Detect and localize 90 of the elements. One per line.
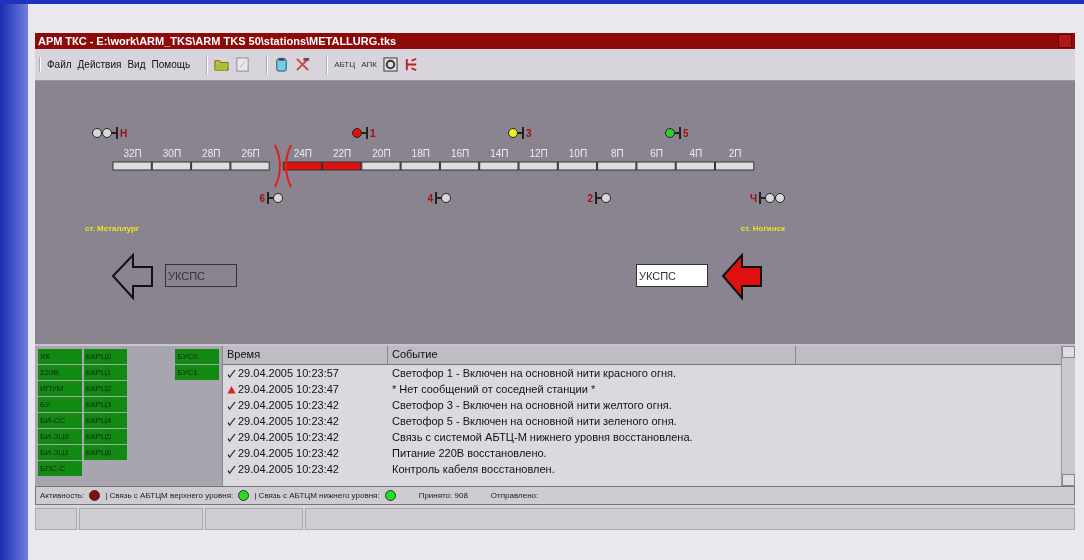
segment-label: 32П: [123, 148, 142, 160]
signal-icon[interactable]: [267, 191, 283, 206]
segment-label: 16П: [450, 148, 470, 160]
device-tile: БКРЦ4: [83, 413, 128, 429]
device-tile: БИ-ЗЦ0: [38, 429, 82, 445]
segment-label: 26П: [241, 148, 260, 160]
segment-label: 24П: [293, 148, 312, 160]
window-title: АРМ ТКС - E:\work\ARM_TKS\ARM TKS 50\stations\METALLURG.tks: [38, 34, 397, 47]
event-time: 29.04.2005 10:23:42: [238, 431, 339, 444]
menu-item[interactable]: Действия: [77, 58, 122, 70]
tools-icon[interactable]: [295, 56, 311, 72]
received-count: Принято: 908: [418, 491, 468, 501]
segment-label: 4П: [689, 148, 703, 160]
event-time: 29.04.2005 10:23:42: [238, 399, 339, 412]
left-arrow-icon[interactable]: [721, 252, 762, 301]
device-tile: БУС0: [175, 349, 219, 365]
column-header[interactable]: Событие: [388, 346, 796, 365]
menu-item[interactable]: Файл: [47, 58, 72, 70]
signal-label: Ч: [749, 193, 757, 205]
device-tile: БКРЦ1: [83, 365, 128, 381]
signal-label: 3: [526, 128, 532, 140]
insulating-joint: [274, 144, 292, 189]
device-tile: БУ: [38, 397, 82, 413]
device-tile: БКРЦ0: [83, 349, 128, 365]
left-arrow-icon[interactable]: [111, 252, 153, 301]
device-tile: 220В: [38, 365, 82, 381]
event-text: Контроль кабеля восстановлен.: [391, 463, 556, 476]
station-name: ст. Металлург: [85, 224, 140, 234]
event-text: Питание 220В восстановлено.: [391, 447, 548, 460]
event-time: 29.04.2005 10:23:42: [238, 447, 339, 460]
device-tile: БКРЦ2: [83, 381, 128, 397]
event-text: Связь с системой АБТЦ-М нижнего уровня восстановлена.: [391, 431, 694, 444]
toolbar-label[interactable]: АБТЦ: [334, 59, 356, 69]
jar-icon[interactable]: [274, 56, 290, 72]
check-icon: [227, 368, 236, 378]
event-time: 29.04.2005 10:23:47: [238, 383, 339, 396]
menu-item[interactable]: Помощь: [151, 58, 191, 70]
device-tile: БКРЦ3: [83, 397, 128, 413]
signal-box: УКСПС: [165, 264, 237, 288]
warning-icon: [227, 384, 236, 394]
signal-label: 4: [427, 193, 433, 205]
device-tile: БИ-ЗЦ1: [38, 445, 82, 461]
scroll-down-icon[interactable]: [1062, 473, 1075, 486]
station-name: ст. Ногинск: [740, 224, 785, 234]
segment-label: 12П: [529, 148, 548, 160]
status-label: | Связь с АБТЦМ нижнего уровня:: [254, 491, 380, 501]
signal-box: УКСПС: [636, 264, 708, 288]
signal-label: 2: [587, 193, 593, 205]
device-tile: БКРЦ6: [83, 445, 128, 461]
status-label: | Связь с АБТЦМ верхнего уровня:: [105, 491, 234, 501]
segment-label: 30П: [162, 148, 182, 160]
event-time: 29.04.2005 10:23:57: [238, 367, 339, 380]
segment-label: 14П: [490, 148, 509, 160]
scrollbar[interactable]: [1061, 346, 1075, 486]
segment-label: 22П: [333, 148, 352, 160]
signal-icon[interactable]: [508, 126, 524, 141]
event-text: * Нет сообщений от соседней станции *: [391, 383, 597, 396]
sent-count: Отправлено:: [490, 491, 539, 501]
signal-icon[interactable]: [92, 126, 118, 141]
event-time: 29.04.2005 10:23:42: [238, 463, 339, 476]
device-tile: БКРЦ5: [83, 429, 128, 445]
signal-icon[interactable]: [665, 126, 681, 141]
event-text: Светофор 1 - Включен на основной нити красного огня.: [391, 367, 678, 380]
signal-icon[interactable]: [435, 191, 451, 206]
status-label: Активность:: [40, 491, 85, 501]
device-tile: БУС1: [175, 365, 219, 381]
device-tile: БИ-СС: [38, 413, 82, 429]
segment-label: 28П: [202, 148, 221, 160]
signal-label: 5: [683, 128, 689, 140]
event-text: Светофор 5 - Включен на основной нити зеленого огня.: [391, 415, 678, 428]
device-tile: БПС-С: [38, 461, 82, 477]
segment-label: 8П: [610, 148, 624, 160]
event-time: 29.04.2005 10:23:42: [238, 415, 339, 428]
device-tile: ХК: [38, 349, 82, 365]
device-tile: ИПУМ: [38, 381, 82, 397]
segment-label: 20П: [372, 148, 391, 160]
toolbar-label[interactable]: АПК: [361, 59, 377, 69]
signal-label: 6: [259, 193, 265, 205]
menu-item[interactable]: Вид: [127, 58, 146, 70]
scroll-up-icon[interactable]: [1062, 346, 1075, 359]
segment-label: 18П: [411, 148, 430, 160]
signal-icon[interactable]: [595, 191, 611, 206]
column-header[interactable]: Время: [223, 346, 388, 365]
segment-label: 2П: [728, 148, 742, 160]
segment-label: 10П: [568, 148, 588, 160]
event-text: Светофор 3 - Включен на основной нити желтого огня.: [391, 399, 673, 412]
segment-label: 6П: [650, 148, 663, 160]
signal-label: 1: [370, 128, 376, 140]
signal-icon[interactable]: [759, 191, 785, 206]
signal-label: Н: [120, 128, 128, 140]
